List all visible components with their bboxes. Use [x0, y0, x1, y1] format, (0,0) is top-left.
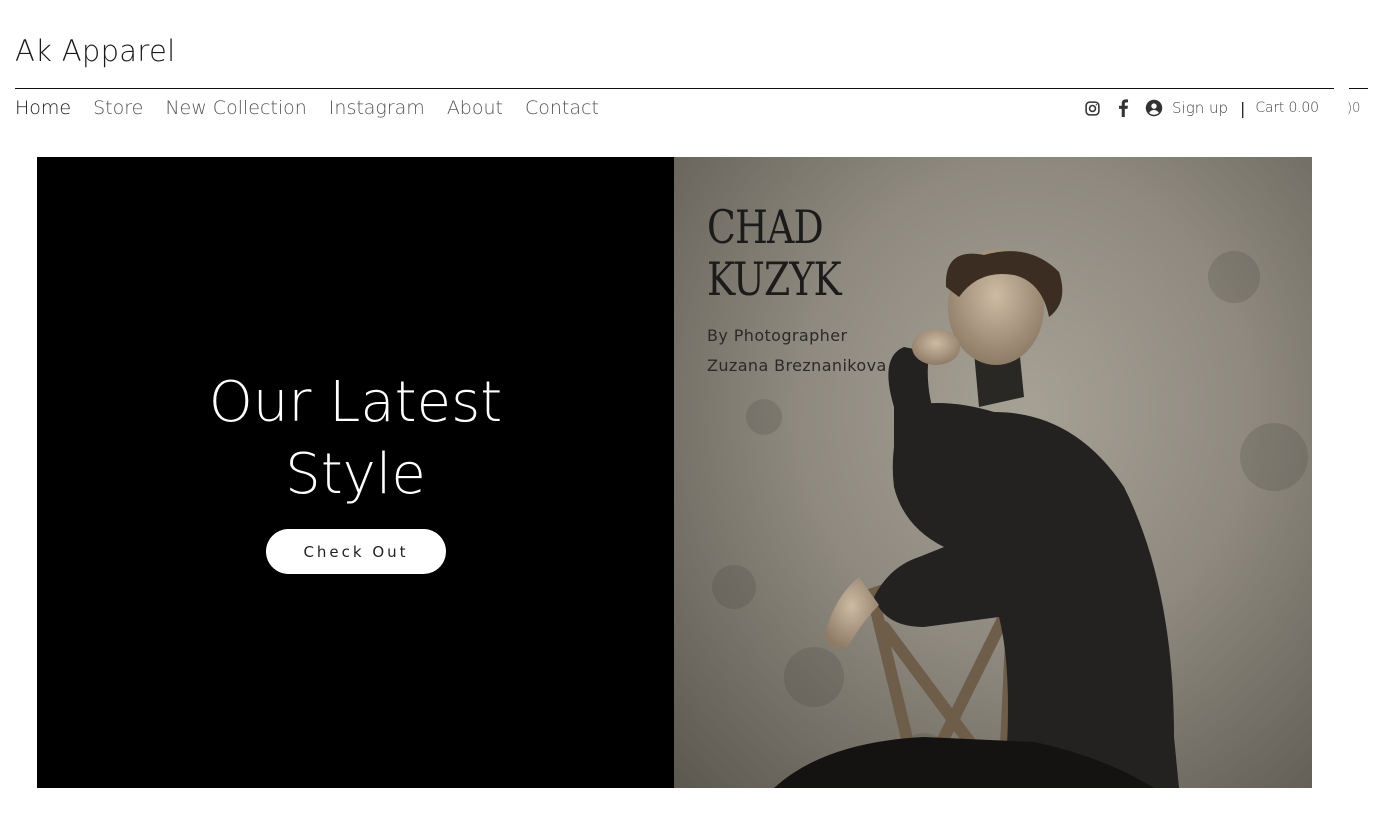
- photo-title-line-2: KUZYK: [707, 252, 842, 306]
- page: Ak Apparel Home Store New Collection Ins…: [0, 0, 1383, 831]
- hero-heading-line-1: Our Latest: [208, 370, 503, 435]
- sign-up-link[interactable]: Sign up: [1172, 99, 1228, 117]
- photo-credit: By Photographer Zuzana Breznanikova: [707, 321, 887, 381]
- nav-item-store[interactable]: Store: [93, 97, 143, 119]
- hero-text-panel: Our Latest Style Check Out: [37, 157, 674, 788]
- facebook-icon[interactable]: [1113, 98, 1133, 118]
- user-icon[interactable]: [1144, 98, 1164, 118]
- check-out-button[interactable]: Check Out: [266, 529, 446, 574]
- hero-heading-line-2: Style: [285, 442, 426, 507]
- cart-link[interactable]: Cart 0.00: [1255, 100, 1319, 116]
- nav-item-home[interactable]: Home: [15, 97, 71, 119]
- photo-credit-line-1: By Photographer: [707, 326, 848, 345]
- nav-item-about[interactable]: About: [447, 97, 503, 119]
- nav-item-new-collection[interactable]: New Collection: [165, 97, 306, 119]
- site-title[interactable]: Ak Apparel: [15, 34, 175, 68]
- utility-divider: |: [1240, 98, 1246, 118]
- hero-photo: CHAD KUZYK By Photographer Zuzana Brezna…: [674, 157, 1312, 788]
- instagram-icon[interactable]: [1082, 98, 1102, 118]
- photo-credit-line-2: Zuzana Breznanikova: [707, 356, 887, 375]
- header-divider-tail: [1349, 88, 1368, 89]
- nav-item-instagram[interactable]: Instagram: [329, 97, 425, 119]
- photo-title: CHAD KUZYK: [707, 200, 842, 306]
- header-divider: [15, 88, 1334, 89]
- main-nav: Home Store New Collection Instagram Abou…: [15, 97, 599, 119]
- utility-bar: Sign up | Cart 0.00: [1082, 97, 1319, 119]
- cart-overflow-text: )0: [1347, 101, 1361, 116]
- nav-item-contact[interactable]: Contact: [525, 97, 599, 119]
- photo-title-line-1: CHAD: [707, 200, 824, 254]
- hero-section: Our Latest Style Check Out CHAD KUZYK By…: [37, 157, 1312, 788]
- hero-heading: Our Latest Style: [37, 367, 674, 511]
